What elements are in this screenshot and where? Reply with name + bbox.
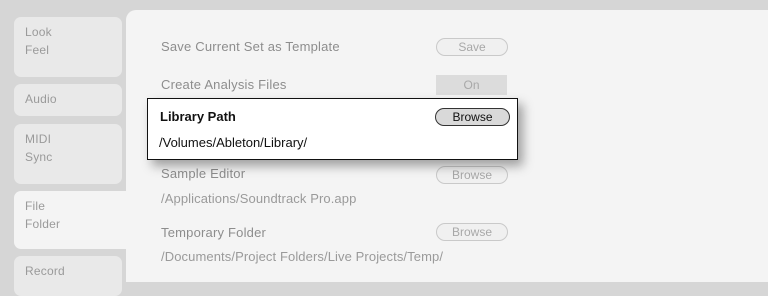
temp-folder-browse-button[interactable]: Browse [436,223,508,241]
tab-look-feel-line2: Feel [25,43,50,57]
sample-editor-label: Sample Editor [161,166,246,181]
library-path-value: /Volumes/Ableton/Library/ [159,135,308,150]
temp-folder-label: Temporary Folder [161,225,267,240]
tab-audio-label: Audio [25,92,57,106]
save-template-label: Save Current Set as Template [161,39,340,54]
library-path-label: Library Path [160,109,236,124]
tab-midi-sync[interactable]: MIDI Sync [14,124,122,184]
tab-file-folder-line2: Folder [25,217,61,231]
sample-editor-path: /Applications/Soundtrack Pro.app [161,191,357,206]
preferences-sidebar: Look Feel Audio MIDI Sync File Folder Re… [0,0,128,296]
tab-record[interactable]: Record [14,256,122,296]
tab-file-folder[interactable]: File Folder [14,191,128,249]
tab-look-feel[interactable]: Look Feel [14,17,122,77]
tab-midi-sync-line1: MIDI [25,132,52,146]
tab-midi-sync-line2: Sync [25,150,53,164]
analysis-files-label: Create Analysis Files [161,77,287,92]
library-browse-button[interactable]: Browse [435,108,510,126]
tab-look-feel-line1: Look [25,25,52,39]
save-button[interactable]: Save [436,38,508,56]
library-path-highlight: Library Path Browse /Volumes/Ableton/Lib… [147,98,518,160]
tab-audio[interactable]: Audio [14,84,122,116]
analysis-files-toggle[interactable]: On [436,75,507,95]
temp-folder-path: /Documents/Project Folders/Live Projects… [161,249,444,264]
tab-file-folder-line1: File [25,199,46,213]
tab-record-label: Record [25,264,65,278]
sample-editor-browse-button[interactable]: Browse [436,166,508,184]
